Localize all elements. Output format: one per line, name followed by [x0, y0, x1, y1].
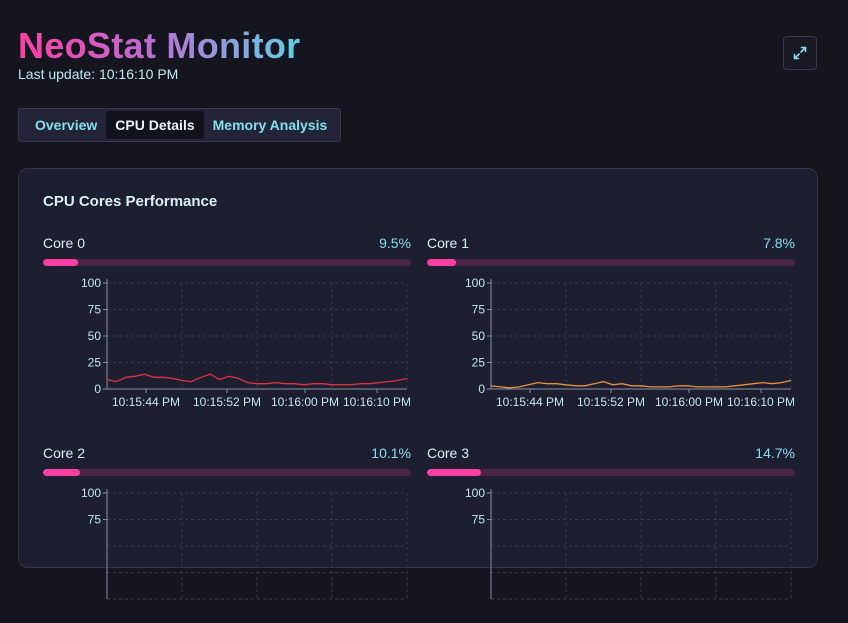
core-name: Core 2 — [43, 445, 86, 461]
app-title: NeoStat Monitor — [18, 25, 301, 66]
usage-bar — [427, 259, 795, 266]
cpu-cores-panel: CPU Cores Performance Core 0 9.5% 100 75 5… — [18, 168, 818, 600]
usage-bar — [43, 259, 411, 266]
core-chart: 100 75 50 25 0 10:15:44 PM 10:15:52 PM 10:16:00… — [81, 276, 411, 409]
x-tick-label: 10:15:44 PM — [112, 395, 180, 409]
expand-icon — [793, 46, 807, 60]
core-chart: 100 75 — [81, 486, 408, 600]
y-tick-label: 100 — [81, 276, 101, 290]
y-tick-label: 25 — [472, 356, 486, 370]
core-percent: 7.8% — [763, 235, 795, 251]
y-tick-label: 0 — [478, 382, 485, 396]
y-tick-label: 50 — [88, 329, 102, 343]
y-tick-label: 50 — [472, 329, 486, 343]
tab-bar: Overview CPU Details Memory Analysis — [18, 108, 341, 142]
x-tick-label: 10:16:00 PM — [655, 395, 723, 409]
y-tick-label: 100 — [465, 276, 485, 290]
core-name: Core 0 — [43, 235, 86, 251]
core-percent: 14.7% — [755, 445, 795, 461]
y-tick-label: 75 — [472, 513, 486, 527]
core-name: Core 3 — [427, 445, 470, 461]
usage-bar-fill — [43, 259, 78, 266]
y-tick-label: 75 — [88, 303, 102, 317]
x-tick-label: 10:16:00 PM — [271, 395, 339, 409]
tab-memory-analysis[interactable]: Memory Analysis — [204, 111, 337, 139]
usage-bar — [43, 469, 411, 476]
tab-overview[interactable]: Overview — [26, 111, 106, 139]
x-tick-label: 10:16:10 PM — [727, 395, 795, 409]
core-name: Core 1 — [427, 235, 470, 251]
core-chart: 100 75 50 25 0 10:15:44 PM 10:15:52 PM 10:16:00… — [465, 276, 795, 409]
fullscreen-button[interactable] — [783, 36, 817, 70]
x-tick-label: 10:15:52 PM — [577, 395, 645, 409]
y-tick-label: 0 — [94, 382, 101, 396]
y-tick-label: 75 — [88, 513, 102, 527]
y-tick-label: 100 — [81, 486, 101, 500]
x-tick-label: 10:15:52 PM — [193, 395, 261, 409]
usage-bar-fill — [427, 469, 482, 476]
usage-bar-fill — [427, 259, 456, 266]
y-tick-label: 75 — [472, 303, 486, 317]
core-chart: 100 75 — [465, 486, 792, 600]
usage-bar-fill — [43, 469, 81, 476]
panel-title: CPU Cores Performance — [43, 193, 218, 210]
y-tick-label: 25 — [88, 356, 102, 370]
usage-bar — [427, 469, 795, 476]
x-tick-label: 10:16:10 PM — [343, 395, 411, 409]
x-tick-label: 10:15:44 PM — [496, 395, 564, 409]
tab-cpu-details[interactable]: CPU Details — [106, 111, 204, 139]
last-update-text: Last update: 10:16:10 PM — [18, 66, 179, 82]
y-tick-label: 100 — [465, 486, 485, 500]
core-percent: 9.5% — [379, 235, 411, 251]
core-percent: 10.1% — [371, 445, 411, 461]
